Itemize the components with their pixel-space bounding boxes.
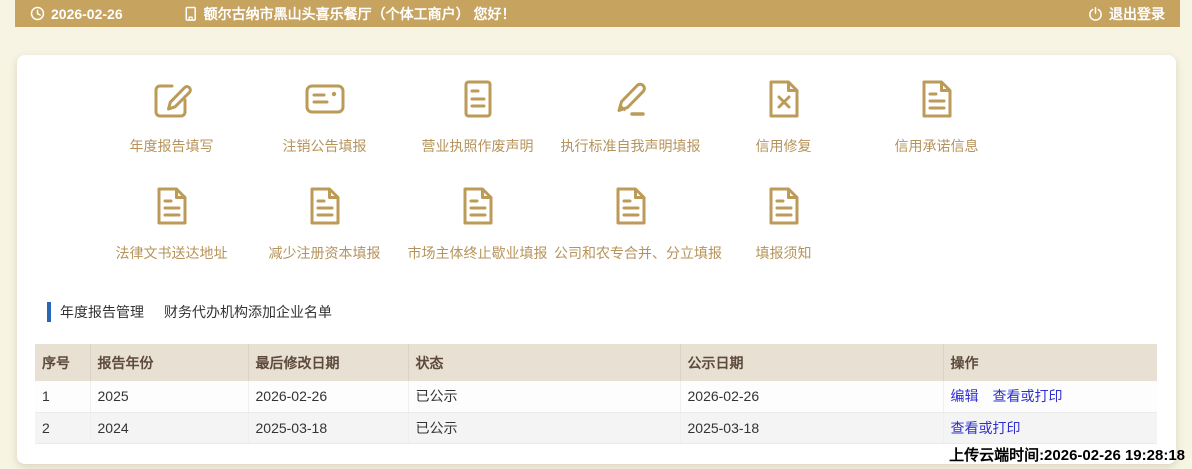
cell-actions: 查看或打印 [943,412,1157,443]
cell-status: 已公示 [408,412,680,443]
menu-item-business-closure[interactable]: 市场主体终止歇业填报 [401,182,554,263]
table-row: 1 2025 2026-02-26 已公示 2026-02-26 编辑查看或打印 [35,381,1157,412]
tab-annual-report-management[interactable]: 年度报告管理 [47,302,144,322]
cell-modified: 2025-03-18 [248,412,408,443]
document-folded-icon [913,110,961,127]
menu-item-label: 公司和农专合并、分立填报 [554,244,707,263]
menu-item-merger-division[interactable]: 公司和农专合并、分立填报 [554,182,707,263]
view-print-link[interactable]: 查看或打印 [951,420,1021,436]
menu-item-legal-doc-address[interactable]: 法律文书送达地址 [95,182,248,263]
logout-button[interactable]: 退出登录 [1088,4,1165,24]
annual-report-table: 序号 报告年份 最后修改日期 状态 公示日期 操作 1 2025 2026-02… [35,344,1157,444]
menu-item-label: 法律文书送达地址 [95,244,248,263]
menu-item-label: 填报须知 [707,244,860,263]
col-header-modified: 最后修改日期 [248,344,408,381]
menu-item-standard-declaration[interactable]: 执行标准自我声明填报 [554,75,707,156]
col-header-status: 状态 [408,344,680,381]
document-folded-icon [454,217,502,234]
document-folded-icon [301,217,349,234]
announcement-card-icon [301,110,349,127]
col-header-year: 报告年份 [90,344,248,381]
upload-cloud-timestamp: 上传云端时间:2026-02-26 19:28:18 [949,444,1185,465]
menu-item-label: 信用承诺信息 [860,137,1013,156]
document-folded-icon [760,217,808,234]
edit-square-icon [148,110,196,127]
col-header-index: 序号 [35,344,90,381]
cell-status: 已公示 [408,381,680,412]
section-tabs: 年度报告管理 财务代办机构添加企业名单 [47,302,332,322]
col-header-actions: 操作 [943,344,1157,381]
menu-item-cancellation-notice[interactable]: 注销公告填报 [248,75,401,156]
menu-item-label: 执行标准自我声明填报 [554,137,707,156]
menu-item-annual-report-fill[interactable]: 年度报告填写 [95,75,248,156]
topbar-company-text: 额尔古纳市黑山头喜乐餐厅（个体工商户） 您好！ [204,4,516,24]
clock-icon [30,6,45,21]
menu-item-label: 减少注册资本填报 [248,244,401,263]
menu-item-label: 信用修复 [707,137,860,156]
building-icon [183,6,198,22]
cell-year: 2024 [90,412,248,443]
document-lines-icon [454,110,502,127]
menu-item-capital-reduction[interactable]: 减少注册资本填报 [248,182,401,263]
cell-actions: 编辑查看或打印 [943,381,1157,412]
power-icon [1088,6,1103,21]
main-panel: 年度报告填写 注销公告填报 营业执照作废声明 [17,55,1176,464]
document-folded-icon [607,217,655,234]
view-print-link[interactable]: 查看或打印 [993,388,1063,404]
topbar: 2026-02-26 额尔古纳市黑山头喜乐餐厅（个体工商户） 您好！ 退出登录 [15,0,1180,27]
document-folded-icon [148,217,196,234]
topbar-date: 2026-02-26 [30,6,123,22]
menu-item-label: 注销公告填报 [248,137,401,156]
topbar-date-text: 2026-02-26 [51,6,123,22]
pencil-icon [607,110,655,127]
menu-item-credit-commitment[interactable]: 信用承诺信息 [860,75,1013,156]
cell-index: 1 [35,381,90,412]
table-header-row: 序号 报告年份 最后修改日期 状态 公示日期 操作 [35,344,1157,381]
tab-agency-enterprise-list[interactable]: 财务代办机构添加企业名单 [164,302,332,322]
menu-row-2: 法律文书送达地址 减少注册资本填报 市场主体终止歇业填报 [17,182,1176,263]
table-row: 2 2024 2025-03-18 已公示 2025-03-18 查看或打印 [35,412,1157,443]
edit-link[interactable]: 编辑 [951,388,979,404]
menu-row-1: 年度报告填写 注销公告填报 营业执照作废声明 [17,75,1176,156]
cell-index: 2 [35,412,90,443]
cell-year: 2025 [90,381,248,412]
menu-item-label: 市场主体终止歇业填报 [401,244,554,263]
menu-item-license-void[interactable]: 营业执照作废声明 [401,75,554,156]
cell-modified: 2026-02-26 [248,381,408,412]
menu-item-filing-instructions[interactable]: 填报须知 [707,182,860,263]
menu-item-label: 营业执照作废声明 [401,137,554,156]
cell-published: 2025-03-18 [680,412,943,443]
topbar-company: 额尔古纳市黑山头喜乐餐厅（个体工商户） 您好！ [183,4,516,24]
document-x-icon [760,110,808,127]
menu-item-label: 年度报告填写 [95,137,248,156]
cell-published: 2026-02-26 [680,381,943,412]
col-header-published: 公示日期 [680,344,943,381]
logout-label: 退出登录 [1109,4,1165,24]
menu-item-credit-repair[interactable]: 信用修复 [707,75,860,156]
